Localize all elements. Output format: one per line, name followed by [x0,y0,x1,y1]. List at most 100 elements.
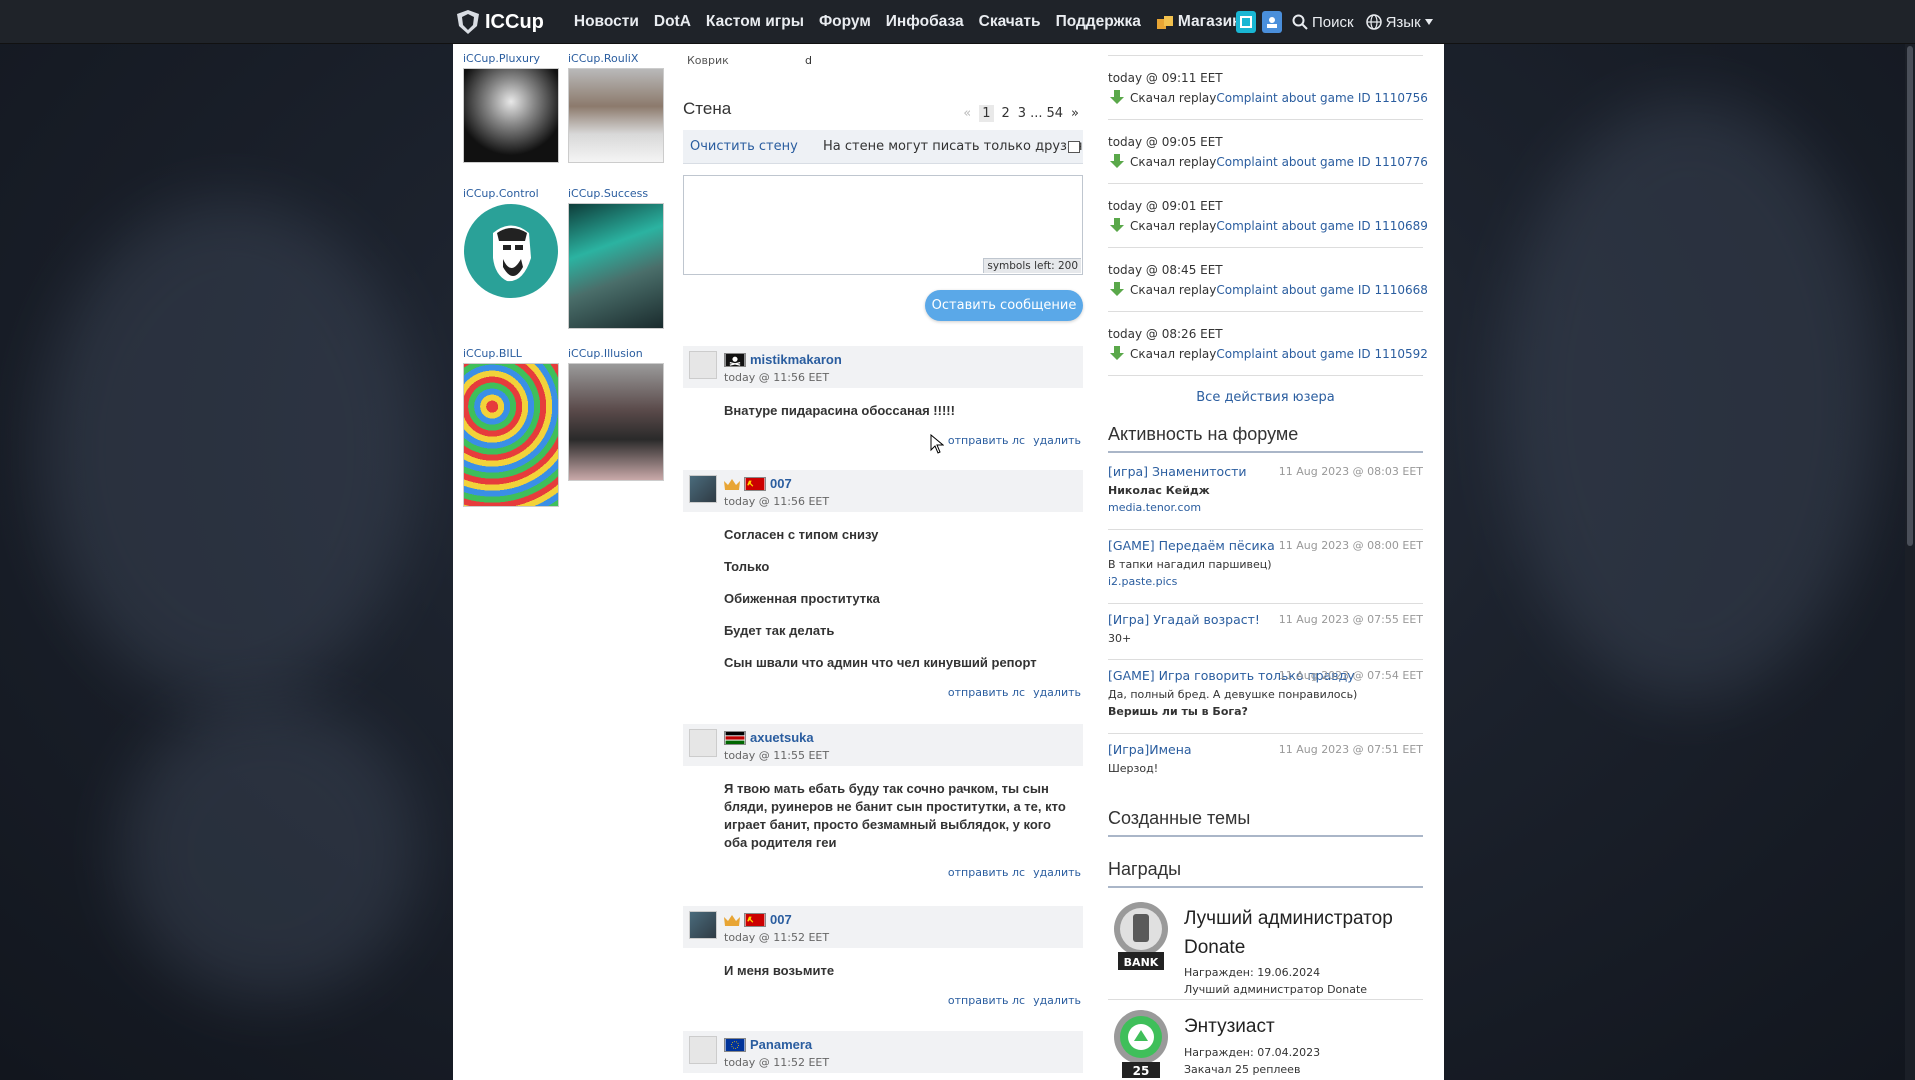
pager-page[interactable]: 2 [1002,106,1010,121]
activity-link[interactable]: Complaint about game ID 1110689 [1216,219,1428,233]
friend-avatar[interactable] [568,68,664,163]
activity-item: today @ 09:01 EET Скачал replay Complaint… [1108,184,1428,248]
globe-icon[interactable] [1365,14,1382,30]
clear-wall-link[interactable]: Очистить стену [690,139,798,154]
nav-label: DotA [653,13,691,30]
avatar[interactable] [689,475,717,503]
avatar[interactable] [689,351,717,379]
activity-action: Скачал [1130,154,1176,169]
nav-support[interactable]: Поддержка [1056,13,1141,31]
language-label[interactable]: Язык [1386,14,1421,31]
page-scrollbar[interactable] [1905,44,1915,1080]
topic-snippet: Николас Кейдж [1108,484,1210,497]
message-author[interactable]: axuetsuka [750,730,814,745]
notifications-icon[interactable] [1236,11,1256,33]
friend-name[interactable]: iCCup.Control [463,187,559,201]
eu-flag-icon [724,1037,746,1052]
message-text: Будет так делать [724,623,835,638]
friend-card[interactable]: iCCup.RouliX [568,52,664,163]
award-item: 25 Энтузиаст Награжден: 07.04.2023 Закач… [1108,1008,1423,1080]
message-author[interactable]: 007 [770,476,792,491]
send-pm-link[interactable]: отправить лс [948,994,1025,1007]
delete-link[interactable]: удалить [1033,994,1081,1007]
topic-title[interactable]: [Игра] Угадай возраст! [1108,612,1260,627]
friend-avatar[interactable] [463,203,559,299]
forum-topic: [игра] Знаменитости 11 Aug 2023 @ 08:03 … [1108,464,1423,530]
scrollbar-thumb[interactable] [1907,46,1913,546]
message-author[interactable]: 007 [770,912,792,927]
friend-name[interactable]: iCCup.Success [568,187,664,201]
site-logo[interactable]: ICCup [455,9,544,35]
nav-label: Форум [818,13,871,30]
nav-shop[interactable]: Магазин [1156,13,1242,31]
bank-award-badge-icon: BANK [1114,902,1168,970]
activity-link[interactable]: Complaint about game ID 1110668 [1216,283,1428,297]
message-time: today @ 11:52 EET [724,931,830,944]
activity-link[interactable]: Complaint about game ID 1110776 [1216,155,1428,169]
award-date: Награжден: 07.04.2023 [1184,1046,1321,1059]
friend-name[interactable]: iCCup.BILL [463,347,559,361]
friend-avatar[interactable] [568,363,664,481]
friend-avatar[interactable] [463,363,559,507]
activity-link[interactable]: Complaint about game ID 1110592 [1216,347,1428,361]
pager-page[interactable]: 1 [979,105,994,122]
symbols-left-counter: symbols left: 200 [983,258,1081,273]
friend-card[interactable]: iCCup.BILL [463,347,559,507]
message-author[interactable]: mistikmakaron [750,352,842,367]
friend-avatar[interactable] [568,203,664,329]
friend-card[interactable]: iCCup.Control [463,187,559,299]
message-author[interactable]: Panamera [750,1037,812,1052]
search-icon[interactable] [1292,14,1308,30]
friend-name[interactable]: iCCup.Pluxury [463,52,559,66]
message-text: И меня возьмите [724,963,835,978]
friend-name[interactable]: iCCup.Illusion [568,347,664,361]
topic-link[interactable]: i2.paste.pics [1108,575,1177,588]
search-label[interactable]: Поиск [1312,14,1354,31]
shop-icon [1156,16,1173,29]
pager-page[interactable]: 54 [1046,106,1063,121]
topic-title[interactable]: [игра] Знаменитости [1108,464,1246,479]
delete-link[interactable]: удалить [1033,434,1081,447]
profile-page: iCCup.Pluxury iCCup.RouliX iCCup.Control… [453,44,1444,1080]
topic-link[interactable]: media.tenor.com [1108,501,1201,514]
friends-only-checkbox[interactable] [1068,141,1080,153]
pager-next[interactable]: » [1071,106,1079,121]
profile-icon[interactable] [1262,11,1282,33]
nav-news[interactable]: Новости [574,13,639,31]
award-name: Лучший администратор Donate [1184,908,1393,958]
pager-prev[interactable]: « [963,106,971,121]
topic-title[interactable]: [Игра]Имена [1108,742,1192,757]
activity-replay-word: replay [1178,90,1217,105]
send-pm-link[interactable]: отправить лс [948,866,1025,879]
friend-card[interactable]: iCCup.Pluxury [463,52,559,163]
all-user-actions-link[interactable]: Все действия юзера [1108,390,1423,405]
nav-dota[interactable]: DotA [654,13,691,31]
avatar[interactable] [689,911,717,939]
delete-link[interactable]: удалить [1033,866,1081,879]
avatar[interactable] [689,1036,717,1064]
nav-forum[interactable]: Форум [819,13,871,31]
friend-card[interactable]: iCCup.Success [568,187,664,329]
topic-title[interactable]: [GAME] Передаём пёсика [1108,538,1275,553]
friend-name[interactable]: iCCup.RouliX [568,52,664,66]
send-pm-link[interactable]: отправить лс [948,434,1025,447]
pager-page[interactable]: 3 [1018,106,1026,121]
topic-snippet: Веришь ли ты в Бога? [1108,705,1248,718]
topic-date: 11 Aug 2023 @ 07:51 EET [1278,743,1423,756]
chevron-down-icon[interactable] [1424,19,1433,25]
nav-infobase[interactable]: Инфобаза [886,13,964,31]
activity-link[interactable]: Complaint about game ID 1110756 [1216,91,1428,105]
download-arrow-icon [1110,282,1124,296]
post-message-button[interactable]: Оставить сообщение [925,290,1083,321]
nav-custom-games[interactable]: Кастом игры [706,13,804,31]
awards-title: Награды [1108,859,1423,888]
delete-link[interactable]: удалить [1033,686,1081,699]
logo-text: ICCup [485,10,544,33]
friend-avatar[interactable] [463,68,559,163]
friend-card[interactable]: iCCup.Illusion [568,347,664,481]
send-pm-link[interactable]: отправить лс [948,686,1025,699]
wall-message-input[interactable]: symbols left: 200 [683,175,1083,275]
avatar[interactable] [689,729,717,757]
nav-download[interactable]: Скачать [979,13,1041,31]
friends-only-label: На стене могут писать только друзья [823,139,1083,154]
